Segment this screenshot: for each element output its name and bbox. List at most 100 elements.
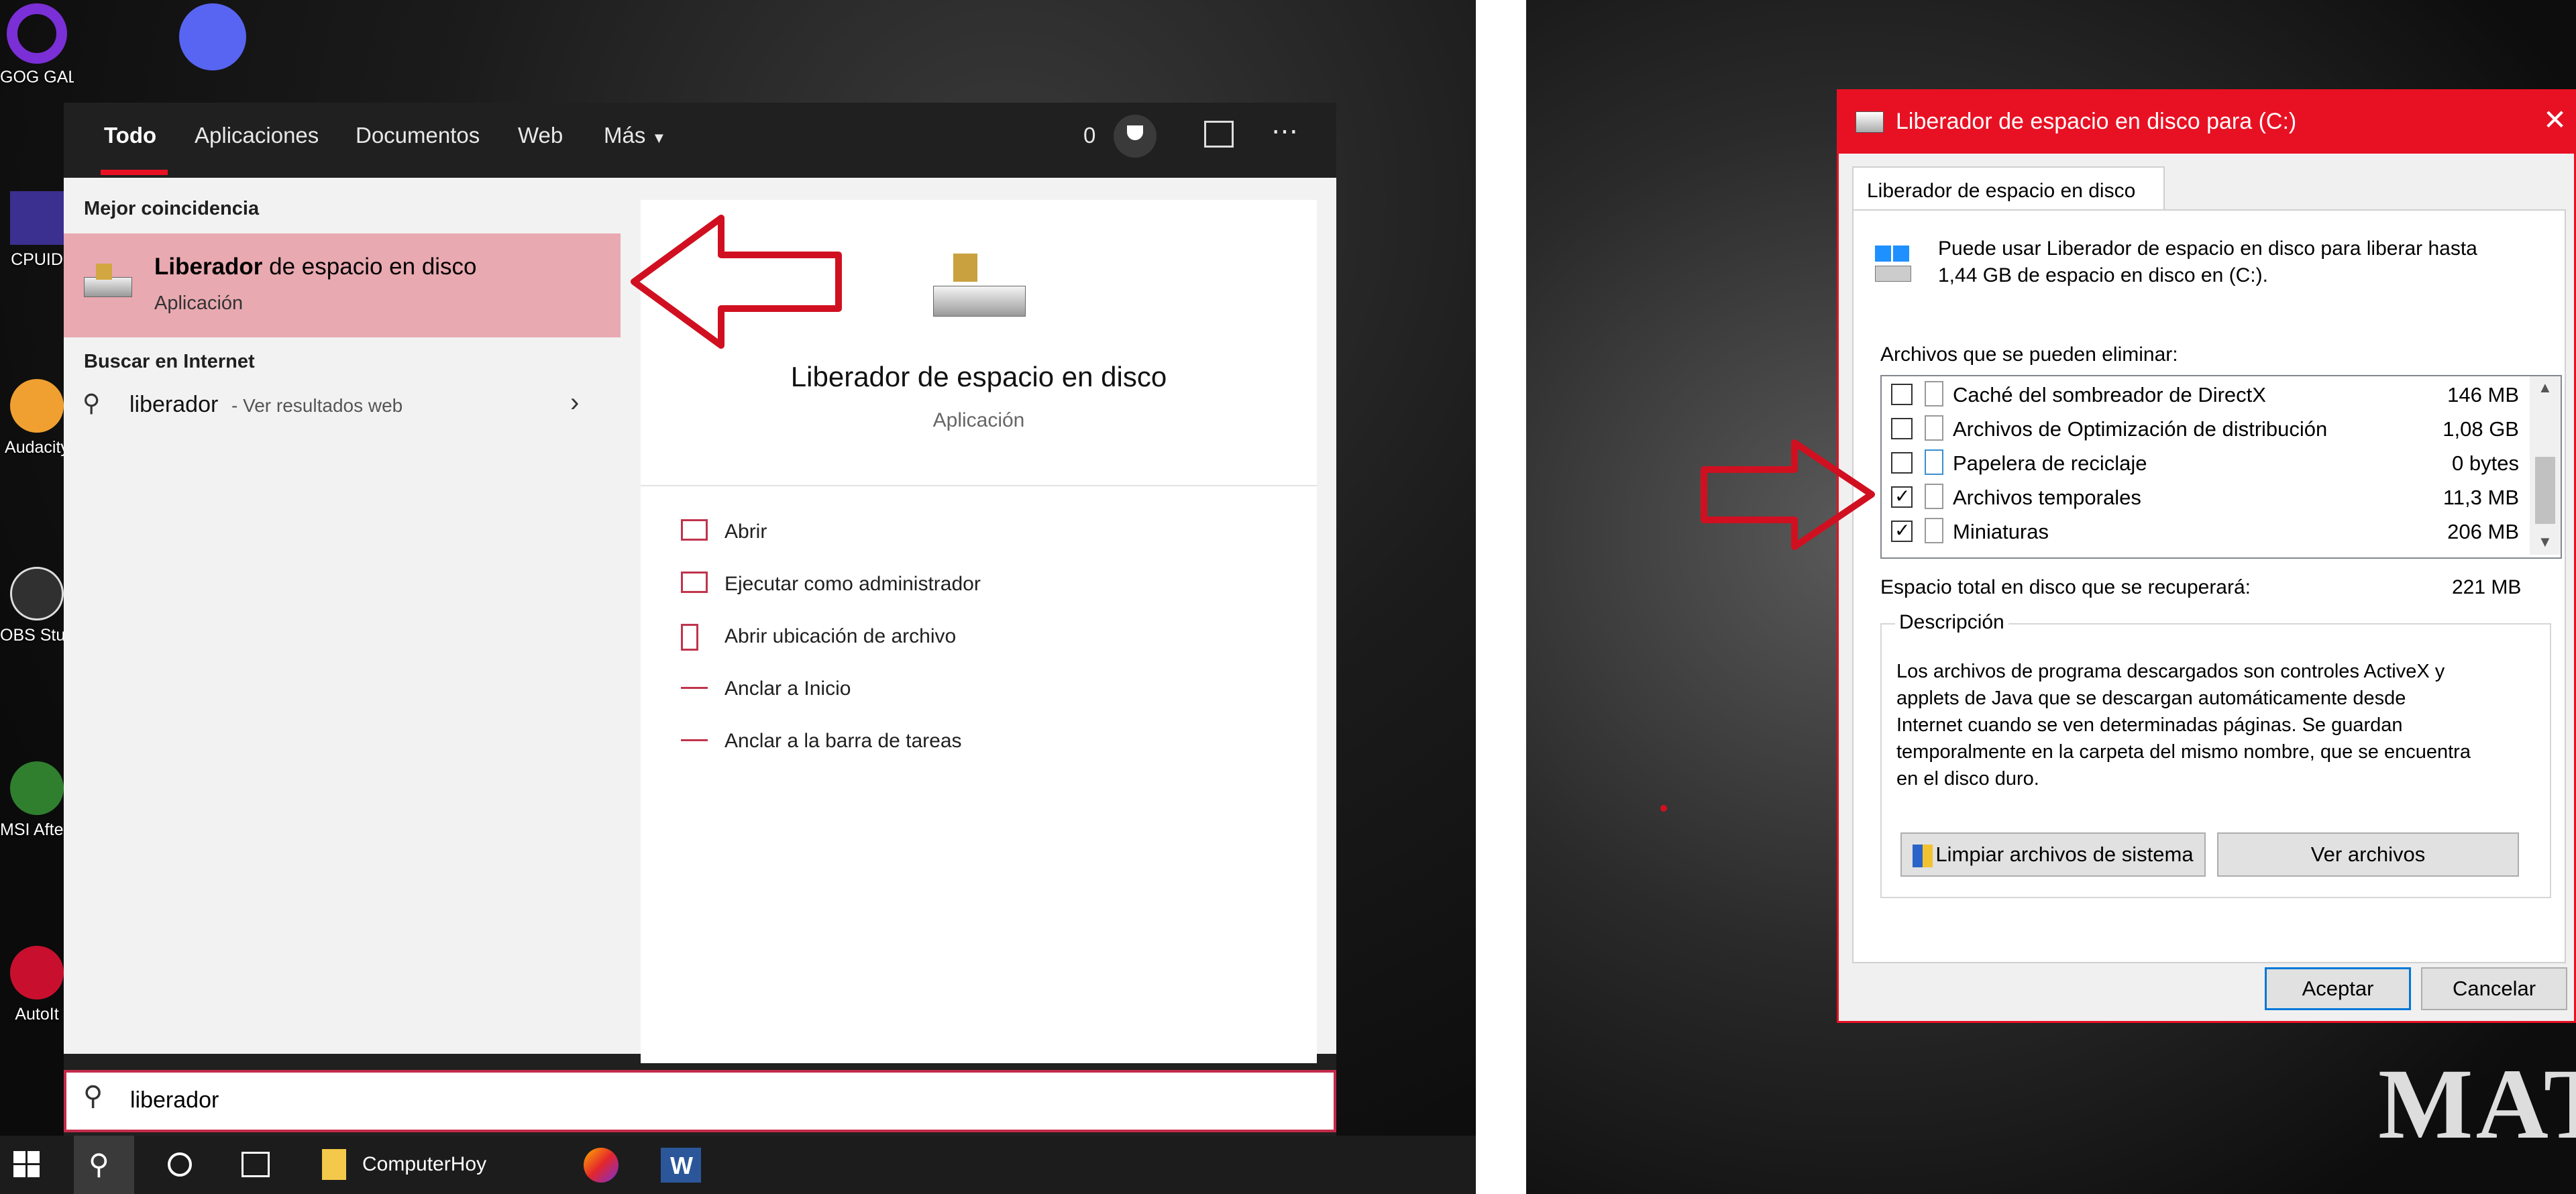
files-label: Archivos que se pueden eliminar:	[1880, 343, 2178, 366]
scroll-thumb[interactable]	[2535, 457, 2555, 524]
discord-icon	[179, 3, 246, 70]
tab-label: Liberador de espacio en disco	[1867, 180, 2136, 202]
pin-icon	[681, 687, 708, 689]
desktop-icon-gog[interactable]: GOG GALAXY	[0, 3, 74, 87]
desktop-icon-autoit[interactable]: AutoIt	[0, 946, 74, 1024]
list-item[interactable]: Papelera de reciclaje 0 bytes	[1882, 446, 2519, 480]
preview-title: Liberador de espacio en disco	[790, 361, 1167, 392]
obs-icon	[10, 567, 64, 620]
file-icon	[1925, 518, 1943, 543]
taskbar-search-button[interactable]: ⚲	[74, 1136, 134, 1194]
cancel-button[interactable]: Cancelar	[2421, 967, 2567, 1010]
active-tab-indicator	[101, 170, 168, 175]
action-label: Abrir ubicación de archivo	[724, 625, 957, 647]
action-run-as-admin[interactable]: Ejecutar como administrador	[681, 566, 1218, 606]
file-icon	[1925, 484, 1943, 509]
search-icon: ⚲	[83, 389, 101, 417]
tab-page: Puede usar Liberador de espacio en disco…	[1852, 209, 2566, 963]
action-pin-start[interactable]: Anclar a Inicio	[681, 671, 1218, 711]
disk-cleanup-brush-shape	[953, 254, 977, 282]
taskbar-folder-label[interactable]: ComputerHoy	[362, 1153, 486, 1176]
checkbox-checked[interactable]: ✓	[1891, 486, 1913, 508]
chevron-right-icon: ›	[570, 388, 580, 417]
action-label: Abrir	[724, 521, 767, 543]
folder-icon[interactable]	[322, 1149, 346, 1180]
desktop-icon-audacity[interactable]: Audacity	[0, 379, 74, 457]
pin-icon	[681, 739, 708, 741]
file-name: Archivos temporales	[1953, 486, 2141, 509]
list-item[interactable]: Caché del sombreador de DirectX 146 MB	[1882, 378, 2519, 412]
best-match-result[interactable]: Liberador de espacio en disco Aplicación	[64, 233, 621, 337]
file-size: 11,3 MB	[2443, 486, 2519, 509]
file-icon	[1925, 381, 1943, 406]
description-group: Descripción Los archivos de programa des…	[1880, 611, 2551, 898]
view-files-button[interactable]: Ver archivos	[2217, 832, 2519, 877]
search-icon: ⚲	[89, 1148, 109, 1180]
best-match-title-rest: de espacio en disco	[262, 254, 477, 280]
cortana-icon[interactable]	[168, 1152, 192, 1177]
tab-documentos[interactable]: Documentos	[356, 123, 480, 148]
desktop-icon-discord[interactable]	[176, 3, 250, 77]
search-input[interactable]: liberador	[130, 1087, 219, 1114]
file-name: Papelera de reciclaje	[1953, 451, 2147, 475]
checkbox[interactable]	[1891, 452, 1913, 474]
internet-heading: Buscar en Internet	[84, 351, 255, 372]
action-open-file-location[interactable]: Abrir ubicación de archivo	[681, 618, 1218, 659]
word-icon[interactable]: W	[661, 1148, 701, 1183]
windows-logo-pane	[1875, 246, 1891, 262]
checkbox[interactable]	[1891, 384, 1913, 405]
scrollbar[interactable]: ▲ ▼	[2530, 376, 2561, 555]
action-pin-taskbar[interactable]: Anclar a la barra de tareas	[681, 723, 1218, 763]
word-icon-glyph: W	[670, 1152, 693, 1179]
desktop-icon-cpuid[interactable]: CPUID	[0, 191, 74, 270]
tab-web[interactable]: Web	[518, 123, 563, 148]
scroll-down-icon[interactable]: ▼	[2538, 533, 2553, 551]
checkbox[interactable]	[1891, 418, 1913, 439]
desktop-icon-label: MSI Afterburner	[0, 820, 74, 839]
file-name: Archivos de Optimización de distribución	[1953, 417, 2328, 441]
uac-shield-icon	[1913, 844, 1933, 867]
action-open[interactable]: Abrir	[681, 514, 1218, 554]
tab-disk-cleanup[interactable]: Liberador de espacio en disco	[1852, 166, 2165, 212]
scroll-up-icon[interactable]: ▲	[2538, 379, 2553, 396]
disk-cleanup-screenshot: MAT Liberador de espacio en disco para (…	[1526, 0, 2576, 1194]
trophy-icon[interactable]	[1114, 115, 1157, 158]
feedback-icon[interactable]	[1204, 121, 1234, 148]
red-dot-marker	[1660, 805, 1667, 812]
firefox-icon[interactable]	[584, 1148, 619, 1183]
file-size: 206 MB	[2447, 520, 2519, 543]
close-icon[interactable]: ✕	[2543, 103, 2567, 136]
tab-todo[interactable]: Todo	[104, 123, 156, 148]
list-item[interactable]: Archivos de Optimización de distribución…	[1882, 412, 2519, 446]
description-line: temporalmente en la carpeta del mismo no…	[1896, 741, 2471, 763]
best-match-title-bold: Liberador	[154, 254, 263, 280]
desktop-icon-label: GOG GALAXY	[0, 68, 74, 87]
task-view-icon[interactable]	[241, 1152, 270, 1177]
tab-mas-label: Más	[604, 123, 646, 148]
ok-button[interactable]: Aceptar	[2265, 967, 2411, 1010]
cpuid-icon	[10, 191, 64, 245]
windows-start-icon[interactable]	[13, 1151, 40, 1178]
web-search-result[interactable]: ⚲ liberador - Ver resultados web ›	[64, 377, 621, 433]
dialog-title: Liberador de espacio en disco para (C:)	[1896, 109, 2297, 134]
description-line: Internet cuando se ven determinadas pági…	[1896, 714, 2403, 736]
list-item[interactable]: ✓ Archivos temporales 11,3 MB	[1882, 480, 2519, 514]
desktop-icon-msi[interactable]: MSI Afterburner	[0, 761, 74, 840]
msi-afterburner-icon	[10, 761, 64, 815]
list-item[interactable]: ✓ Miniaturas 206 MB	[1882, 514, 2519, 549]
desktop-icon-obs[interactable]: OBS Studio	[0, 567, 74, 645]
checkbox-checked[interactable]: ✓	[1891, 520, 1913, 542]
trophy-cup-shape	[1127, 125, 1143, 140]
action-label: Anclar a Inicio	[724, 677, 851, 700]
taskbar-search-box[interactable]: ⚲ liberador	[64, 1070, 1336, 1132]
tab-mas[interactable]: Más ▼	[604, 123, 666, 148]
results-list: Mejor coincidencia Liberador de espacio …	[64, 178, 621, 1054]
run-as-admin-icon	[681, 572, 708, 593]
button-label: Limpiar archivos de sistema	[1935, 843, 2194, 866]
search-tabs: Todo Aplicaciones Documentos Web Más ▼ 0…	[64, 103, 1336, 178]
best-match-heading: Mejor coincidencia	[84, 198, 260, 219]
tab-aplicaciones[interactable]: Aplicaciones	[195, 123, 319, 148]
file-name: Miniaturas	[1953, 520, 2049, 543]
more-options-icon[interactable]: ⋯	[1271, 116, 1298, 147]
clean-system-files-button[interactable]: Limpiar archivos de sistema	[1900, 832, 2206, 877]
